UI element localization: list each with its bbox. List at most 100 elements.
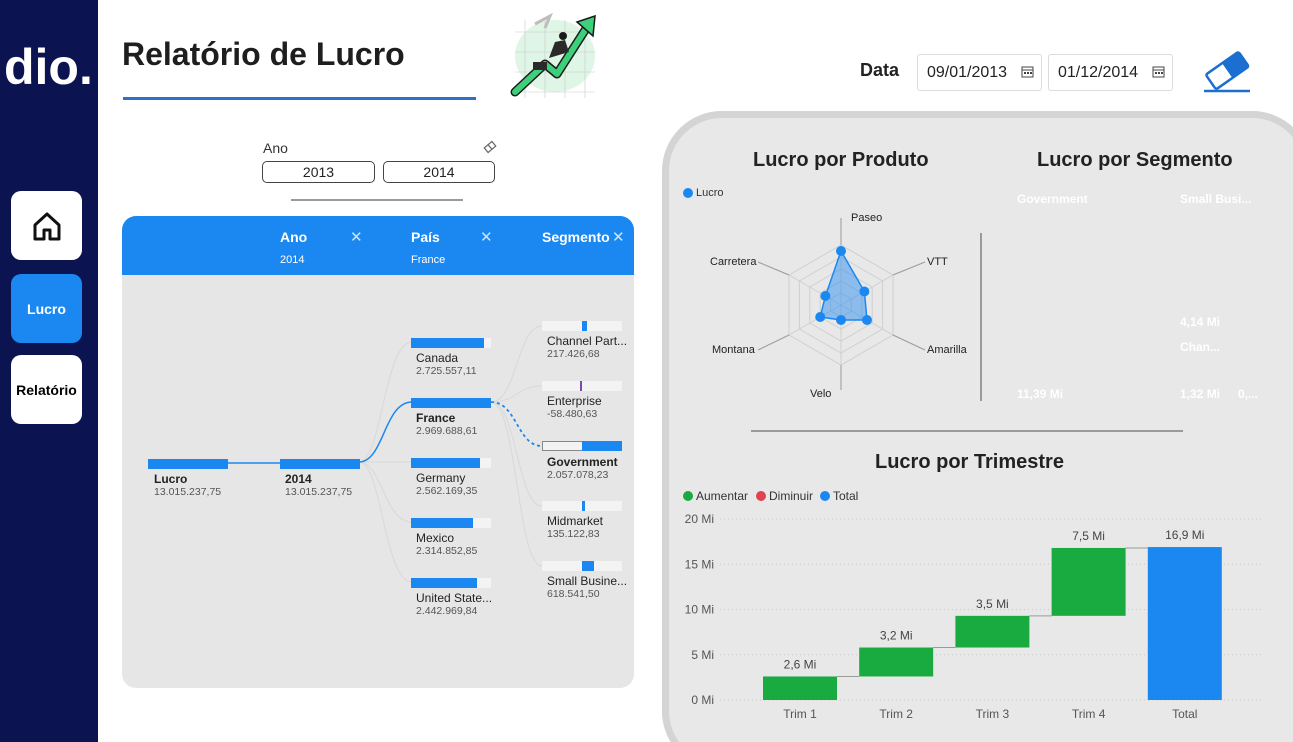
data-label: 3,2 Mi xyxy=(880,629,913,643)
radar-axis-label: VTT xyxy=(927,256,948,268)
svg-text:dio.: dio. xyxy=(4,40,93,92)
radar-point-paseo xyxy=(836,246,846,256)
radar-chart[interactable] xyxy=(680,200,1000,420)
segment-node-small-business[interactable]: Small Busine... 618.541,50 xyxy=(547,575,627,601)
segment-bar-small-business[interactable] xyxy=(582,561,594,571)
date-label: Data xyxy=(860,60,900,80)
x-tick-label: Trim 1 xyxy=(783,707,817,721)
radar-point-carretera xyxy=(820,291,831,301)
waterfall-bar-trim-2 xyxy=(859,647,934,677)
waterfall-bar-trim-3 xyxy=(955,615,1030,648)
slicer-divider xyxy=(291,199,463,201)
segment-node-enterprise[interactable]: Enterprise -58.480,63 xyxy=(547,395,602,421)
segment-bar-enterprise[interactable] xyxy=(580,381,582,391)
tree-year-bar[interactable] xyxy=(280,459,360,469)
chart-divider xyxy=(980,233,982,401)
radar-axis-label: Amarilla xyxy=(927,344,967,356)
nav-lucro-label: Lucro xyxy=(27,300,66,317)
decomposition-tree: Ano 2014 ✕ País France ✕ Segmento ✕ Lucr… xyxy=(122,216,634,688)
radar-legend-label: Lucro xyxy=(696,187,724,199)
country-node-mexico[interactable]: Mexico 2.314.852,85 xyxy=(416,532,477,558)
country-bar-france[interactable] xyxy=(411,398,491,408)
data-label: 7,5 Mi xyxy=(1072,529,1105,543)
data-label: 3,5 Mi xyxy=(976,597,1009,611)
nav-relatorio-button[interactable]: Relatório xyxy=(11,355,82,424)
country-node-canada[interactable]: Canada 2.725.557,11 xyxy=(416,352,477,378)
title-underline xyxy=(123,97,476,100)
nav-home-button[interactable] xyxy=(11,191,82,260)
y-tick-label: 0 Mi xyxy=(691,693,714,707)
treemap-cell-enterprise[interactable]: 0,... xyxy=(1233,334,1261,404)
treemap-cell-channel-partners[interactable]: Chan... 1,32 Mi xyxy=(1175,334,1231,404)
page-title: Relatório de Lucro xyxy=(122,36,405,72)
segment-bar-channel-partners[interactable] xyxy=(582,321,587,331)
clear-filter-icon[interactable] xyxy=(483,140,497,154)
data-label: 16,9 Mi xyxy=(1165,528,1204,542)
dio-logo: dio. xyxy=(4,40,93,92)
treemap-cell-small-business[interactable]: Small Busi... 4,14 Mi xyxy=(1175,186,1261,332)
radar-legend[interactable]: Lucro xyxy=(683,187,724,199)
radar-axis-label: Montana xyxy=(712,344,755,356)
country-bar-germany[interactable] xyxy=(411,458,480,468)
nav-lucro-button[interactable]: Lucro xyxy=(11,274,82,343)
y-tick-label: 20 Mi xyxy=(685,512,714,526)
report-page: dio. Lucro Relatório Relatório de Lucro … xyxy=(0,0,1293,742)
x-tick-label: Trim 3 xyxy=(976,707,1010,721)
tree-root-node[interactable]: Lucro 13.015.237,75 xyxy=(154,473,221,499)
country-bar-canada[interactable] xyxy=(411,338,484,348)
legend-dot-lucro xyxy=(683,188,693,198)
segment-bar-government[interactable] xyxy=(582,441,622,451)
country-bar-united-states[interactable] xyxy=(411,578,477,588)
waterfall-title: Lucro por Trimestre xyxy=(875,451,1064,473)
home-icon xyxy=(33,212,60,240)
date-end-value: 01/12/2014 xyxy=(1058,63,1139,81)
segment-bar-midmarket[interactable] xyxy=(582,501,585,511)
y-tick-label: 10 Mi xyxy=(685,603,714,617)
chart-divider xyxy=(751,430,1183,432)
country-node-france[interactable]: France 2.969.688,61 xyxy=(416,412,477,438)
x-tick-label: Trim 2 xyxy=(879,707,913,721)
radar-axis-label: Carretera xyxy=(710,256,757,268)
ano-option-2014[interactable]: 2014 xyxy=(383,161,495,183)
radar-label-leader xyxy=(892,261,926,276)
segment-node-government[interactable]: Government 2.057.078,23 xyxy=(547,456,618,482)
tree-root-bar[interactable] xyxy=(148,459,228,469)
radar-point-vtt xyxy=(859,286,870,297)
waterfall-bar-trim-1 xyxy=(763,676,837,700)
radar-label-leader xyxy=(757,334,790,351)
y-tick-label: 15 Mi xyxy=(685,557,714,571)
date-start-value: 09/01/2013 xyxy=(927,63,1008,81)
date-start-input[interactable]: 09/01/2013 xyxy=(917,54,1042,91)
sidebar: dio. Lucro Relatório xyxy=(0,0,98,742)
radar-axis-label: Velo xyxy=(810,388,832,400)
eraser-icon[interactable] xyxy=(1200,50,1254,94)
radar-series-area xyxy=(819,249,868,321)
tree-year-node[interactable]: 2014 13.015.237,75 xyxy=(285,473,352,499)
waterfall-bar-trim-4 xyxy=(1051,547,1126,616)
date-end-input[interactable]: 01/12/2014 xyxy=(1048,54,1173,91)
radar-label-leader xyxy=(757,261,790,276)
radar-chart-title: Lucro por Produto xyxy=(753,149,929,171)
segment-node-midmarket[interactable]: Midmarket 135.122,83 xyxy=(547,515,603,541)
ano-slicer-label: Ano xyxy=(263,140,288,156)
waterfall-bar-total xyxy=(1147,547,1222,700)
radar-axis-label: Paseo xyxy=(851,212,883,224)
tree-connectors xyxy=(228,325,543,583)
country-node-germany[interactable]: Germany 2.562.169,35 xyxy=(416,472,477,498)
country-bar-mexico[interactable] xyxy=(411,518,473,528)
treemap-cell-government[interactable]: Government 11,39 Mi xyxy=(1012,186,1173,404)
growth-chart-illustration xyxy=(510,12,596,98)
calendar-icon[interactable] xyxy=(1152,65,1165,78)
y-tick-label: 5 Mi xyxy=(691,648,714,662)
x-tick-label: Total xyxy=(1172,707,1197,721)
radar-point-montana xyxy=(815,312,826,322)
data-label: 2,6 Mi xyxy=(784,657,817,671)
calendar-icon[interactable] xyxy=(1021,65,1034,78)
radar-label-leader xyxy=(892,334,926,351)
country-node-united-states[interactable]: United State... 2.442.969,84 xyxy=(416,592,492,618)
radar-point-velo xyxy=(836,315,846,325)
ano-option-2013[interactable]: 2013 xyxy=(262,161,375,183)
x-tick-label: Trim 4 xyxy=(1072,707,1106,721)
waterfall-chart: 0 Mi 5 Mi 10 Mi 15 Mi 20 Mi 2,6 Mi Trim 1 3,2 M… xyxy=(685,512,1262,721)
segment-node-channel-partners[interactable]: Channel Part... 217.426,68 xyxy=(547,335,627,361)
